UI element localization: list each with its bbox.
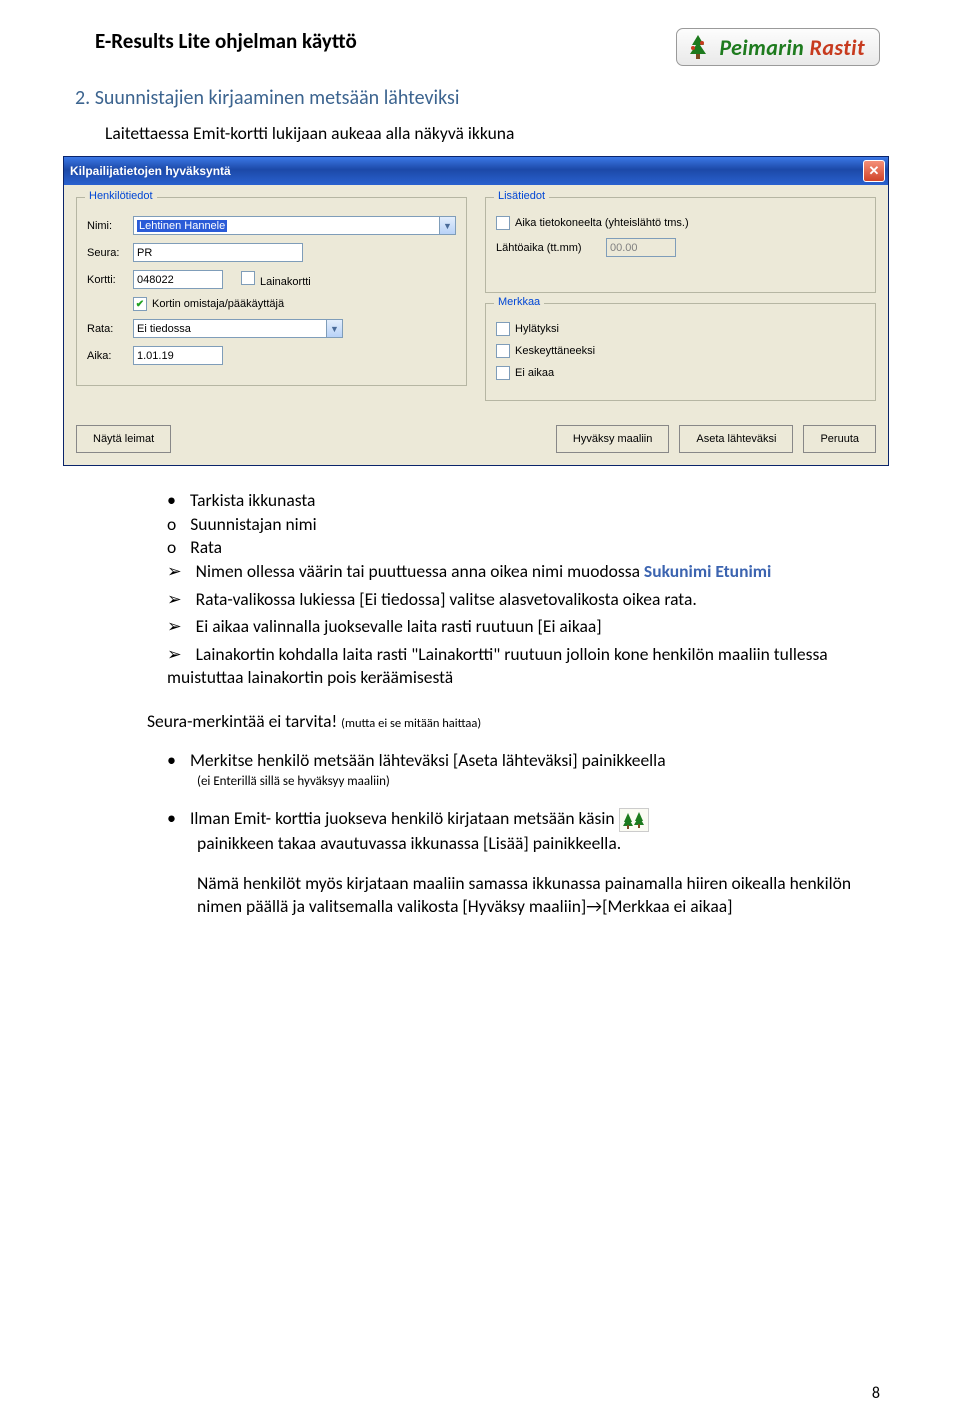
aika-input[interactable]: 1.01.19 [133, 346, 223, 365]
list-item: Nimen ollessa väärin tai puuttuessa anna… [167, 560, 880, 584]
titlebar: Kilpailijatietojen hyväksyntä ✕ [64, 157, 888, 185]
omistaja-checkbox[interactable]: ✔ [133, 297, 147, 311]
label-lahtoaika: Lähtöaika (tt.mm) [496, 242, 606, 254]
label-kortti: Kortti: [87, 274, 133, 286]
fieldset-merkkaa: Merkkaa Hylätyksi Keskeyttäneeksi Ei aik… [485, 303, 876, 401]
list-item: Ilman Emit- korttia juokseva henkilö kir… [167, 807, 649, 854]
list-item: Rata [167, 536, 880, 560]
paragraph: Nämä henkilöt myös kirjataan maaliin sam… [197, 872, 880, 919]
page-number: 8 [872, 1384, 880, 1403]
list-item: Rata-valikossa lukiessa [Ei tiedossa] va… [167, 588, 880, 612]
laina-label: Lainakortti [260, 276, 311, 288]
list-item: Suunnistajan nimi [167, 513, 880, 537]
sub-note: (ei Enterillä sillä se hyväksyy maaliin) [197, 773, 880, 791]
kortti-value: 048022 [137, 274, 174, 286]
chevron-down-icon[interactable]: ▼ [439, 217, 455, 234]
keskeyt-checkbox[interactable] [496, 344, 510, 358]
intro-text: Laitettaessa Emit-kortti lukijaan aukeaa… [105, 122, 880, 144]
aikatk-label: Aika tietokoneelta (yhteislähtö tms.) [515, 217, 689, 229]
titlebar-text: Kilpailijatietojen hyväksyntä [70, 164, 231, 178]
peruuta-button[interactable]: Peruuta [803, 425, 876, 453]
eiaikaa-label: Ei aikaa [515, 367, 554, 379]
aika-value: 1.01.19 [137, 350, 174, 362]
nimi-value: Lehtinen Hannele [137, 220, 227, 232]
laina-checkbox[interactable] [241, 271, 255, 285]
legend-henkilotiedot: Henkilötiedot [85, 190, 157, 202]
label-rata: Rata: [87, 323, 133, 335]
legend-merkkaa: Merkkaa [494, 296, 544, 308]
label-nimi: Nimi: [87, 220, 133, 232]
rata-value: Ei tiedossa [137, 323, 191, 335]
page-title: E-Results Lite ohjelman käyttö [95, 28, 357, 54]
hylatyksi-label: Hylätyksi [515, 323, 559, 335]
label-seura: Seura: [87, 247, 133, 259]
aseta-lahtevaksi-button[interactable]: Aseta lähteväksi [679, 425, 793, 453]
list-item: Lainakortin kohdalla laita rasti "Lainak… [167, 643, 880, 690]
lahtoaika-value: 00.00 [610, 242, 638, 254]
trees-icon [619, 808, 649, 832]
legend-lisatiedot: Lisätiedot [494, 190, 549, 202]
brand-badge: Peimarin Rastit [676, 28, 880, 66]
aikatk-checkbox[interactable] [496, 216, 510, 230]
fieldset-lisatiedot: Lisätiedot Aika tietokoneelta (yhteisläh… [485, 197, 876, 293]
brand-text: Peimarin Rastit [719, 34, 865, 61]
lahtoaika-input: 00.00 [606, 238, 676, 257]
seura-value: PR [137, 247, 152, 259]
hylatyksi-checkbox[interactable] [496, 322, 510, 336]
seura-note: Seura-merkintää ei tarvita! (mutta ei se… [147, 710, 880, 732]
rata-select[interactable]: Ei tiedossa ▼ [133, 319, 343, 338]
close-icon[interactable]: ✕ [863, 160, 885, 182]
chevron-down-icon[interactable]: ▼ [326, 320, 342, 337]
section-heading: 2. Suunnistajien kirjaaminen metsään läh… [75, 86, 880, 110]
seura-input[interactable]: PR [133, 243, 303, 262]
label-aika: Aika: [87, 350, 133, 362]
eiaikaa-checkbox[interactable] [496, 366, 510, 380]
hyvaksy-maaliin-button[interactable]: Hyväksy maaliin [556, 425, 669, 453]
nayta-leimat-button[interactable]: Näytä leimat [76, 425, 171, 453]
keskeyt-label: Keskeyttäneeksi [515, 345, 595, 357]
nimi-select[interactable]: Lehtinen Hannele ▼ [133, 216, 456, 235]
tree-icon [683, 32, 713, 62]
fieldset-henkilotiedot: Henkilötiedot Nimi: Lehtinen Hannele▼ Se… [76, 197, 467, 386]
list-item: Ei aikaa valinnalla juoksevalle laita ra… [167, 615, 880, 639]
list-item: Tarkista ikkunasta Suunnistajan nimi Rat… [167, 488, 880, 690]
dialog-window: Kilpailijatietojen hyväksyntä ✕ Henkilöt… [63, 156, 889, 466]
omistaja-label: Kortin omistaja/pääkäyttäjä [152, 298, 284, 310]
list-item: Merkitse henkilö metsään lähteväksi [Ase… [167, 749, 666, 771]
kortti-input[interactable]: 048022 [133, 270, 223, 289]
